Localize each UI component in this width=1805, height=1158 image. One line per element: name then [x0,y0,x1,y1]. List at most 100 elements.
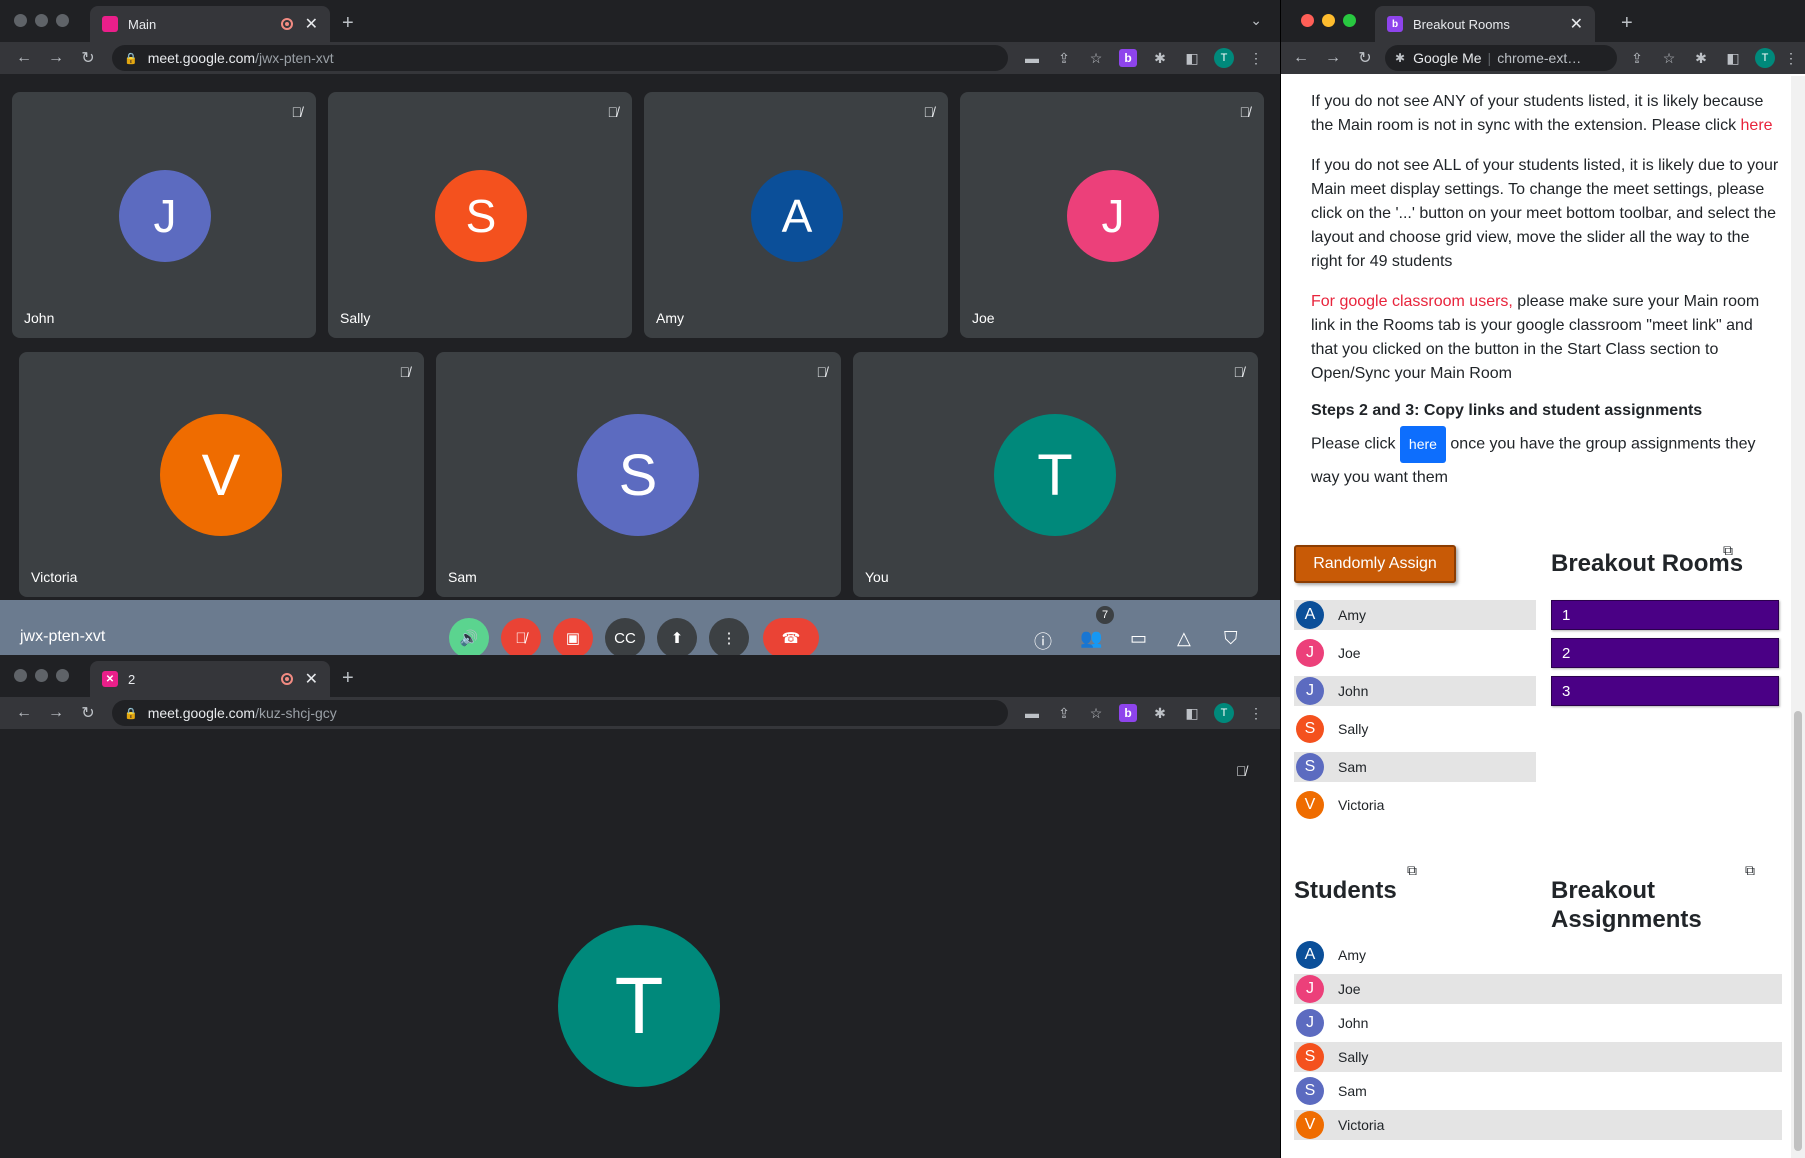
copy-icon[interactable]: ⧉ [1407,862,1417,879]
breakout-extension-icon[interactable]: b [1119,704,1137,722]
extensions-puzzle-icon[interactable]: ✱ [1685,50,1717,67]
tab-search-icon[interactable]: ⌄ [1250,12,1262,29]
breakout-extension-icon[interactable]: b [1119,49,1137,67]
copy-links-paragraph: Please click here once you have the grou… [1311,426,1781,492]
chat-icon[interactable]: ▭ [1130,628,1147,649]
address-bar[interactable]: 🔒 meet.google.com/jwx-pten-xvt [112,45,1008,71]
list-item[interactable]: J Joe [1294,974,1782,1004]
zoom-window-button[interactable] [56,669,69,682]
mic-toggle-button[interactable]: 🎙̸ [501,618,541,655]
student-avatar: V [1296,791,1324,819]
copy-icon[interactable]: ⧉ [1723,542,1733,559]
address-bar[interactable]: ✱ Google Me | chrome-ext… [1385,45,1617,71]
participant-tile[interactable]: 🎙̸ S Sally [328,92,632,338]
close-window-button[interactable] [1301,14,1314,27]
minimize-window-button[interactable] [35,14,48,27]
list-item[interactable]: A Amy [1294,600,1536,630]
minimize-window-button[interactable] [1322,14,1335,27]
share-icon[interactable]: ⇪ [1048,50,1080,67]
list-item[interactable]: J John [1294,1008,1782,1038]
list-item[interactable]: S Sally [1294,714,1536,744]
list-item[interactable]: S Sam [1294,752,1536,782]
tab-strip: b Breakout Rooms ✕ + [1281,0,1805,42]
tab-breakout-rooms[interactable]: b Breakout Rooms ✕ [1375,6,1595,42]
close-tab-icon[interactable]: ✕ [1570,14,1583,34]
minimize-window-button[interactable] [35,669,48,682]
copy-here-button[interactable]: here [1399,426,1446,463]
scrollbar[interactable] [1791,76,1805,1158]
camera-icon[interactable]: ▬ [1016,50,1048,66]
forward-icon[interactable]: → [40,704,72,722]
participant-tile[interactable]: 🎙̸ J Joe [960,92,1264,338]
mic-off-icon: 🎙̸ [291,104,303,120]
address-bar[interactable]: 🔒 meet.google.com/kuz-shcj-gcy [112,700,1008,726]
new-tab-button[interactable]: + [1621,12,1633,35]
host-controls-icon[interactable]: ⛉ [1224,628,1238,649]
chrome-menu-icon[interactable]: ⋮ [1240,50,1272,67]
room-slot[interactable]: 3 [1551,676,1779,706]
side-panel-icon[interactable]: ◧ [1176,50,1208,67]
extensions-puzzle-icon[interactable]: ✱ [1144,50,1176,67]
randomly-assign-button[interactable]: Randomly Assign [1294,545,1456,583]
copy-icon[interactable]: ⧉ [1745,862,1755,879]
scrollbar-thumb[interactable] [1794,711,1802,1151]
room-slot[interactable]: 2 [1551,638,1779,668]
more-options-button[interactable]: ⋮ [709,618,749,655]
list-item[interactable]: S Sam [1294,1076,1782,1106]
reload-icon[interactable]: ↻ [1349,48,1381,68]
captions-button[interactable]: CC [605,618,645,655]
bookmark-star-icon[interactable]: ☆ [1080,50,1112,67]
side-panel-icon[interactable]: ◧ [1717,50,1749,67]
tab-2[interactable]: ✕ 2 ✕ [90,661,330,697]
profile-avatar[interactable]: T [1214,48,1234,68]
room-slot[interactable]: 1 [1551,600,1779,630]
people-icon[interactable]: 👥 [1080,628,1102,649]
speaker-icon[interactable]: 🔊 [449,618,489,655]
share-icon[interactable]: ⇪ [1048,705,1080,722]
chrome-menu-icon[interactable]: ⋮ [1781,50,1801,67]
forward-icon[interactable]: → [1317,49,1349,67]
info-icon[interactable]: ⓘ [1034,628,1052,654]
chrome-menu-icon[interactable]: ⋮ [1240,705,1272,722]
new-tab-button[interactable]: + [342,667,354,690]
list-item[interactable]: J Joe [1294,638,1536,668]
list-item[interactable]: V Victoria [1294,1110,1782,1140]
participant-tile[interactable]: 🎙̸ A Amy [644,92,948,338]
participant-tile[interactable]: 🎙̸ J John [12,92,316,338]
list-item[interactable]: S Sally [1294,1042,1782,1072]
new-tab-button[interactable]: + [342,12,354,35]
list-item[interactable]: V Victoria [1294,790,1536,820]
profile-avatar[interactable]: T [1214,703,1234,723]
close-window-button[interactable] [14,669,27,682]
url-path: /jwx-pten-xvt [255,50,334,66]
side-panel-icon[interactable]: ◧ [1176,705,1208,722]
close-tab-icon[interactable]: ✕ [305,669,318,689]
bookmark-star-icon[interactable]: ☆ [1080,705,1112,722]
zoom-window-button[interactable] [1343,14,1356,27]
close-tab-icon[interactable]: ✕ [305,14,318,34]
forward-icon[interactable]: → [40,49,72,67]
camera-toggle-button[interactable]: ▣ [553,618,593,655]
bookmark-star-icon[interactable]: ☆ [1653,50,1685,67]
close-window-button[interactable] [14,14,27,27]
present-screen-button[interactable]: ⬆ [657,618,697,655]
reload-icon[interactable]: ↻ [72,703,104,723]
participant-tile[interactable]: 🎙̸ S Sam [436,352,841,597]
tab-main[interactable]: Main ✕ [90,6,330,42]
participant-tile[interactable]: 🎙̸ V Victoria [19,352,424,597]
participant-tile[interactable]: 🎙̸ T You [853,352,1258,597]
leave-call-button[interactable]: ☎ [763,618,819,655]
share-icon[interactable]: ⇪ [1621,50,1653,67]
back-icon[interactable]: ← [8,704,40,722]
list-item[interactable]: J John [1294,676,1536,706]
reload-icon[interactable]: ↻ [72,48,104,68]
back-icon[interactable]: ← [1285,49,1317,67]
list-item[interactable]: A Amy [1294,940,1782,970]
activities-icon[interactable]: △ [1177,628,1191,649]
profile-avatar[interactable]: T [1755,48,1775,68]
camera-icon[interactable]: ▬ [1016,705,1048,721]
sync-here-link[interactable]: here [1741,117,1773,134]
zoom-window-button[interactable] [56,14,69,27]
extensions-puzzle-icon[interactable]: ✱ [1144,705,1176,722]
back-icon[interactable]: ← [8,49,40,67]
